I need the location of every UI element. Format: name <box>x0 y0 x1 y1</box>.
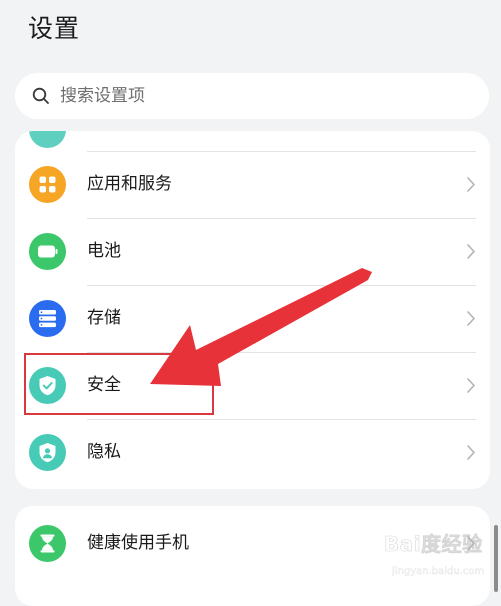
privacy-icon <box>29 434 66 471</box>
settings-group-1: 应用和服务 电池 存储 安全 隐私 <box>15 131 490 489</box>
chevron-right-icon <box>467 311 475 326</box>
chevron-right-icon <box>467 244 475 259</box>
hourglass-icon <box>29 525 66 562</box>
row-apps-services[interactable]: 应用和服务 <box>15 151 490 218</box>
chevron-right-icon <box>467 177 475 192</box>
chevron-right-icon <box>467 378 475 393</box>
page-title: 设置 <box>28 14 81 43</box>
row-label: 健康使用手机 <box>87 533 189 553</box>
search-icon <box>32 87 49 104</box>
watermark-url: jingyan.baidu.com <box>392 566 485 577</box>
highlight-box <box>24 353 214 415</box>
row-label: 电池 <box>87 241 121 261</box>
row-label: 隐私 <box>87 442 121 462</box>
apps-icon <box>29 166 66 203</box>
search-bar[interactable]: 搜索设置项 <box>15 73 489 119</box>
search-placeholder: 搜索设置项 <box>60 86 145 106</box>
row-privacy[interactable]: 隐私 <box>15 419 490 486</box>
row-battery[interactable]: 电池 <box>15 218 490 285</box>
battery-icon <box>29 233 66 270</box>
row-label: 存储 <box>87 308 121 328</box>
chevron-right-icon <box>467 445 475 460</box>
baidu-watermark: Bai度经验 jingyan.baidu.com <box>384 528 496 584</box>
partial-row-icon <box>29 131 66 148</box>
storage-icon <box>29 300 66 337</box>
row-label: 应用和服务 <box>87 174 172 194</box>
row-storage[interactable]: 存储 <box>15 285 490 352</box>
watermark-logo-text: Bai度经验 <box>384 532 483 557</box>
